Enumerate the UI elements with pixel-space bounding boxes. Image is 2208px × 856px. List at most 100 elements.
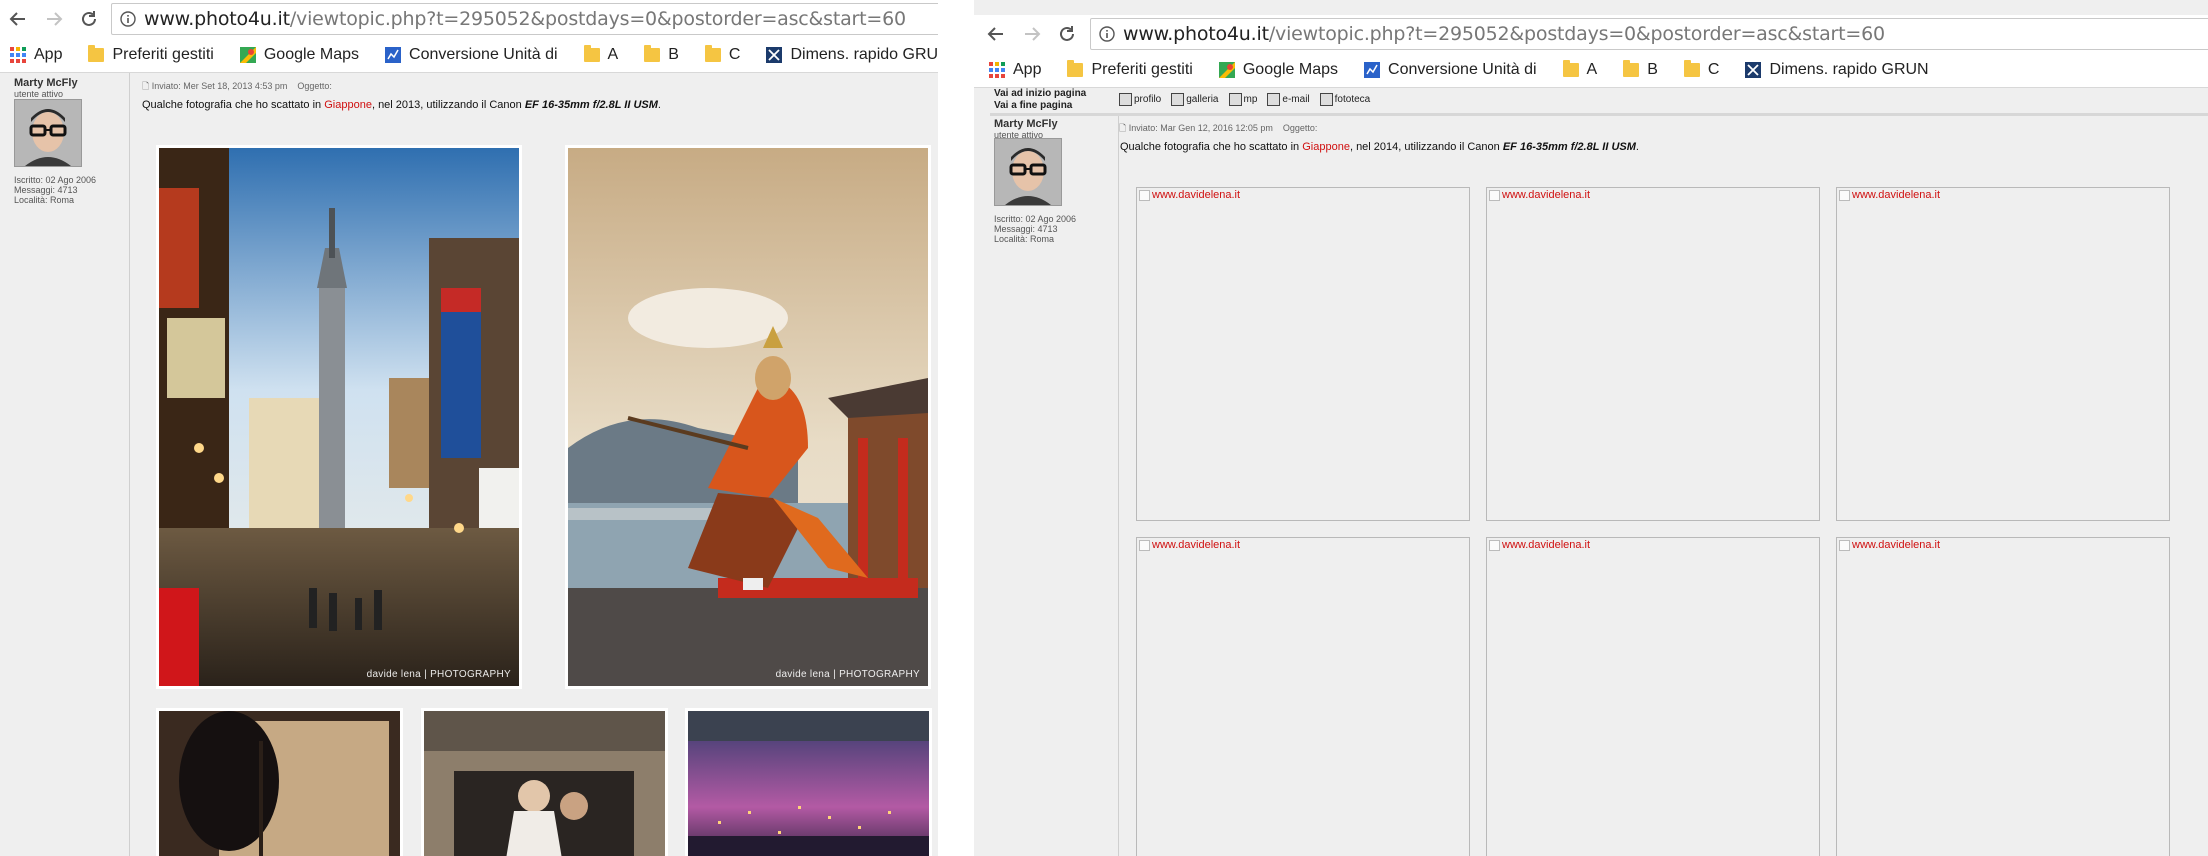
folder-icon [644,45,661,62]
page-nav-links: Vai ad inizio pagina Vai a fine pagina [994,88,1086,112]
photo-rickshaw-couple[interactable] [421,708,668,856]
folder-icon [1562,60,1579,77]
photo-watermark: davide lena | PHOTOGRAPHY [775,669,920,680]
author-meta: Iscritto: 02 Ago 2006 Messaggi: 4713 Loc… [994,214,1077,244]
user-tools: profilo galleria mp e-mail fototeca [1119,93,1380,106]
left-browser-window: www.photo4u.it/viewtopic.php?t=295052&po… [0,0,938,856]
photo-osaka-street[interactable]: davide lena | PHOTOGRAPHY [156,145,522,689]
window-gap [938,0,974,856]
broken-image-icon [1489,189,1500,201]
right-browser-window: www.photo4u.it/viewtopic.php?t=295052&po… [974,0,2208,856]
broken-image-icon [1489,539,1500,551]
author-name[interactable]: Marty McFly [14,77,78,89]
post-body: Qualche fotografia che ho scattato in Gi… [142,99,661,111]
broken-image-icon [1139,189,1150,201]
avatar [994,138,1062,206]
url-text: www.photo4u.it/viewtopic.php?t=295052&po… [144,8,906,30]
conversion-icon [385,47,402,63]
forward-icon[interactable] [39,4,69,34]
broken-image-icon [1839,189,1850,201]
bookmark-google-maps[interactable]: Google Maps [1218,61,1338,79]
bookmark-c[interactable]: C [1683,60,1719,79]
photo-train-window[interactable] [156,708,403,856]
reload-icon[interactable] [74,4,104,34]
broken-image-icon [1139,539,1150,551]
address-bar[interactable]: www.photo4u.it/viewtopic.php?t=295052&po… [111,3,938,35]
info-icon[interactable] [112,11,144,27]
photo-watermark: davide lena | PHOTOGRAPHY [366,669,511,680]
bookmark-a[interactable]: A [583,45,618,64]
broken-image-icon [1839,539,1850,551]
author-meta: Iscritto: 02 Ago 2006 Messaggi: 4713 Loc… [14,175,97,205]
trophy-icon [1319,93,1333,106]
resize-icon [766,47,783,63]
author-column: Marty McFly utente attivo Iscritto: 02 A… [0,73,130,856]
profile-icon [1119,93,1132,106]
bookmark-app[interactable]: App [10,46,62,64]
info-icon[interactable] [1091,26,1123,42]
folder-icon [1067,60,1084,77]
forum-content: Marty McFly utente attivo Iscritto: 02 A… [0,73,938,856]
avatar [14,99,82,167]
author-name[interactable]: Marty McFly [994,118,1058,130]
post-body: Qualche fotografia che ho scattato in Gi… [1120,141,1639,153]
back-icon[interactable] [981,19,1011,49]
folder-icon [1683,60,1700,77]
broken-image[interactable]: www.davidelena.it [1836,187,2170,521]
photo-library-button[interactable]: fototeca [1319,93,1370,106]
country-link[interactable]: Giappone [1302,141,1350,153]
country-link[interactable]: Giappone [324,99,372,111]
goto-top-link[interactable]: Vai ad inizio pagina [994,88,1086,100]
bookmarks-bar: App Preferiti gestiti Google Maps Conver… [0,38,938,73]
bookmark-conversione[interactable]: Conversione Unità di [385,46,558,64]
photo-miyajima-dancer[interactable]: davide lena | PHOTOGRAPHY [565,145,931,689]
apps-grid-icon [10,47,26,63]
photo-night-city[interactable] [685,708,932,856]
forum-content: Vai ad inizio pagina Vai a fine pagina p… [974,88,2208,856]
bookmark-conversione[interactable]: Conversione Unità di [1364,61,1537,79]
address-bar[interactable]: www.photo4u.it/viewtopic.php?t=295052&po… [1090,18,2208,50]
gallery-icon [1171,93,1185,106]
reload-icon[interactable] [1052,19,1082,49]
email-icon [1267,93,1281,106]
broken-image[interactable]: www.davidelena.it [1836,537,2170,856]
pm-icon [1228,93,1242,106]
bookmarks-bar: App Preferiti gestiti Google Maps Conver… [974,53,2208,88]
back-icon[interactable] [3,4,33,34]
post-header: 🗋 Inviato: Mar Gen 12, 2016 12:05 pm Ogg… [1119,123,1318,133]
bookmark-preferiti[interactable]: Preferiti gestiti [1067,60,1193,79]
goto-bottom-link[interactable]: Vai a fine pagina [994,100,1086,112]
email-button[interactable]: e-mail [1267,93,1310,106]
post-icon: 🗋 [142,81,150,91]
bookmark-b[interactable]: B [644,45,679,64]
post-header: 🗋 Inviato: Mer Set 18, 2013 4:53 pm Ogge… [142,81,332,91]
apps-grid-icon [989,62,1005,78]
folder-icon [583,45,600,62]
bookmark-dimens[interactable]: Dimens. rapido GRUN [766,46,938,64]
bookmark-b[interactable]: B [1623,60,1658,79]
bookmark-preferiti[interactable]: Preferiti gestiti [88,45,214,64]
right-toolbar: www.photo4u.it/viewtopic.php?t=295052&po… [974,15,2208,53]
folder-icon [88,45,105,62]
post-icon: 🗋 [1119,123,1127,133]
bookmark-a[interactable]: A [1562,60,1597,79]
author-column: Marty McFly utente attivo Iscritto: 02 A… [990,116,1119,856]
forward-icon[interactable] [1017,19,1047,49]
gallery-button[interactable]: galleria [1171,93,1219,106]
broken-image[interactable]: www.davidelena.it [1136,537,1470,856]
broken-image[interactable]: www.davidelena.it [1486,187,1820,521]
pm-button[interactable]: mp [1228,93,1257,106]
folder-icon [1623,60,1640,77]
broken-image[interactable]: www.davidelena.it [1136,187,1470,521]
bookmark-google-maps[interactable]: Google Maps [239,46,359,64]
profile-button[interactable]: profilo [1119,93,1161,106]
bookmark-c[interactable]: C [704,45,740,64]
maps-icon [239,47,256,63]
url-text: www.photo4u.it/viewtopic.php?t=295052&po… [1123,23,1885,45]
author-rank: utente attivo [14,89,64,99]
broken-image[interactable]: www.davidelena.it [1486,537,1820,856]
conversion-icon [1364,62,1381,78]
folder-icon [704,45,721,62]
bookmark-app[interactable]: App [989,61,1041,79]
bookmark-dimens[interactable]: Dimens. rapido GRUN [1745,61,1929,79]
